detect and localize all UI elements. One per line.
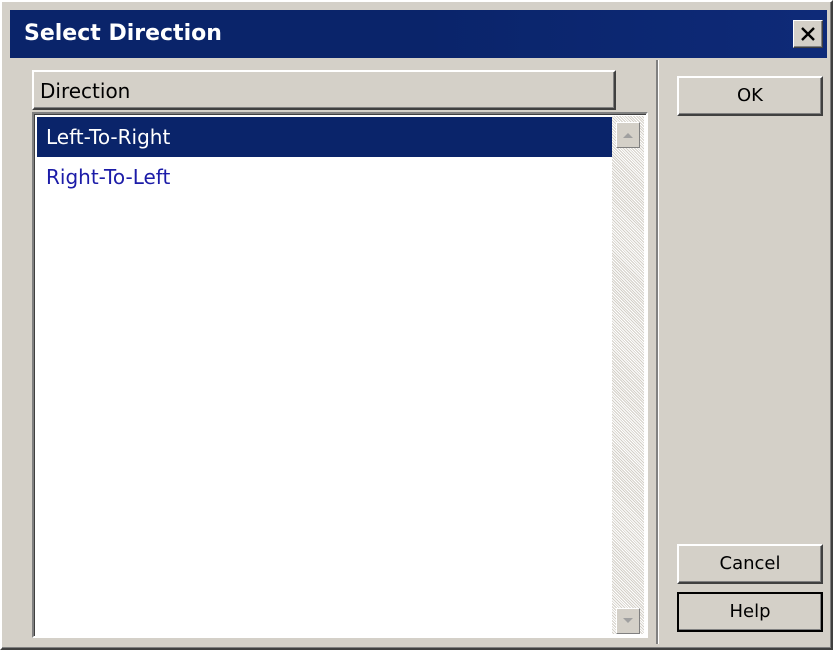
scroll-up-button[interactable] [616,122,640,148]
help-button[interactable]: Help [677,592,823,632]
scroll-down-button[interactable] [616,608,640,634]
list-item-left-to-right[interactable]: Left-To-Right [37,117,613,157]
dialog-title: Select Direction [24,21,222,46]
column-header-label: Direction [40,79,131,103]
list-items: Left-To-Right Right-To-Left [37,117,613,197]
cancel-button[interactable]: Cancel [677,544,823,584]
direction-listbox[interactable]: Left-To-Right Right-To-Left [32,112,648,638]
column-header-direction[interactable]: Direction [32,70,616,110]
close-button[interactable] [793,20,823,48]
vertical-separator [656,60,659,644]
direction-list: Direction Left-To-Right Right-To-Left [32,70,648,638]
list-item-right-to-left[interactable]: Right-To-Left [37,157,613,197]
title-bar: Select Direction [10,10,827,58]
select-direction-dialog: Select Direction Direction Left-To-Right… [0,0,833,650]
vertical-scrollbar[interactable] [612,116,644,634]
ok-button[interactable]: OK [677,76,823,116]
